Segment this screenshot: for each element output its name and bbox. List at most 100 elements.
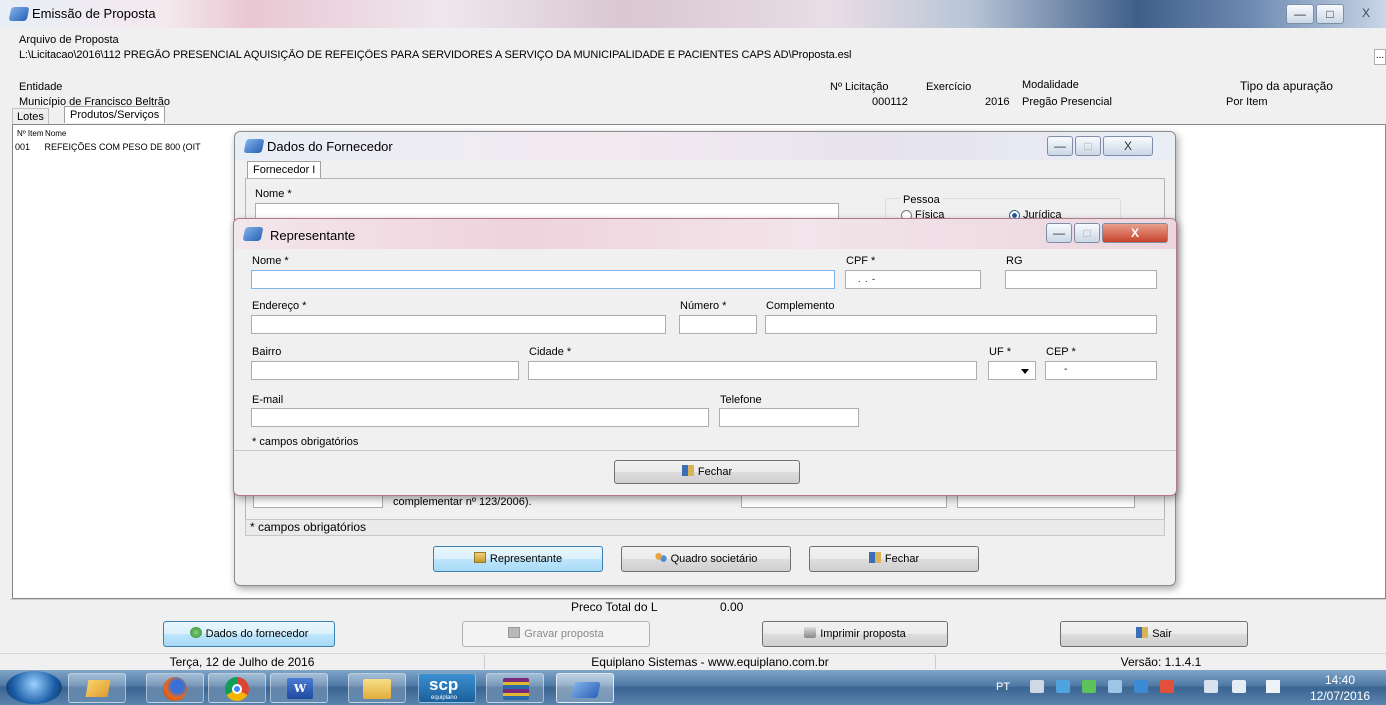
rep-cpf-input[interactable]: . . - [845, 270, 981, 289]
rep-uf-select[interactable] [988, 361, 1036, 380]
rep-endereco-input[interactable] [251, 315, 666, 334]
table-cell-item: 001 [15, 142, 31, 152]
imprimir-proposta-button[interactable]: Imprimir proposta [762, 621, 948, 647]
folder-tiles-icon [85, 680, 111, 697]
taskbar-item-explorer[interactable] [348, 673, 406, 703]
apuracao-label: Tipo da apuração [1240, 79, 1333, 93]
door-icon [1136, 627, 1149, 638]
door-icon [868, 552, 881, 563]
rep-bairro-input[interactable] [251, 361, 519, 380]
sair-label: Sair [1152, 628, 1172, 640]
folder-icon [363, 679, 391, 699]
maximize-button[interactable]: □ [1316, 4, 1344, 24]
fornecedor-maximize-button[interactable]: □ [1075, 136, 1101, 156]
save-icon [508, 627, 521, 638]
fornecedor-close-button[interactable]: X [1103, 136, 1153, 156]
taskbar-item-word[interactable]: W [270, 673, 328, 703]
rep-nome-input[interactable] [251, 270, 835, 289]
table-header-item: Nº Item [17, 129, 44, 138]
pessoa-label: Pessoa [901, 194, 942, 206]
scp-sub-text: equiplano [431, 695, 458, 701]
representante-title-bar[interactable]: Representante — □ X [234, 219, 1176, 249]
scp-logo-text: scp [429, 675, 459, 694]
rep-fechar-label: Fechar [697, 466, 733, 478]
rep-fechar-button[interactable]: Fechar [614, 460, 800, 484]
globe-icon [189, 627, 202, 638]
rep-uf-label: UF * [989, 346, 1011, 358]
taskbar: W scp equiplano PT 14:40 12/07/2016 [0, 670, 1386, 705]
tray-monitor-icon[interactable] [1134, 680, 1148, 693]
total-bar [10, 599, 1386, 615]
table-header-nome: Nome [45, 129, 67, 138]
language-indicator[interactable]: PT [996, 681, 1010, 693]
representante-dialog: Representante — □ X Nome * CPF * . . - R… [233, 218, 1177, 496]
rep-rg-input[interactable] [1005, 270, 1157, 289]
rep-cep-label: CEP * [1046, 346, 1076, 358]
flag-icon[interactable] [1266, 680, 1280, 693]
volume-icon[interactable] [1232, 680, 1246, 693]
representante-title: Representante [270, 228, 356, 243]
tray-app-icon[interactable] [1030, 680, 1044, 693]
quadro-societario-button[interactable]: Quadro societário [621, 546, 791, 572]
gravar-proposta-button[interactable]: Gravar proposta [462, 621, 650, 647]
modalidade-value: Pregão Presencial [1022, 96, 1112, 108]
start-button[interactable] [6, 671, 62, 704]
table-row[interactable]: 001 REFEIÇÕES COM PESO DE 800 (OIT [15, 142, 235, 152]
fornecedor-minimize-button[interactable]: — [1047, 136, 1073, 156]
tray-network-icon[interactable] [1056, 680, 1070, 693]
taskbar-item-firefox[interactable] [146, 673, 204, 703]
chevron-down-icon [1021, 369, 1029, 374]
fornecedor-fechar-button[interactable]: Fechar [809, 546, 979, 572]
printer-icon [804, 627, 817, 638]
dados-fornecedor-button[interactable]: Dados do fornecedor [163, 621, 335, 647]
taskbar-item-scp[interactable]: scp equiplano [418, 673, 476, 703]
taskbar-item-explorer-tiles[interactable] [68, 673, 126, 703]
tray-speaker-icon[interactable] [1160, 680, 1174, 693]
taskbar-item-winrar[interactable] [486, 673, 544, 703]
modalidade-label: Modalidade [1022, 79, 1079, 91]
tab-fornecedor-i[interactable]: Fornecedor I [247, 161, 322, 178]
main-window-title: Emissão de Proposta [32, 6, 156, 21]
winrar-icon [503, 678, 529, 700]
representante-minimize-button[interactable]: — [1046, 223, 1072, 243]
rep-cpf-label: CPF * [846, 255, 876, 267]
fornecedor-title-bar[interactable]: Dados do Fornecedor — □ X [235, 132, 1175, 160]
taskbar-item-equiplano[interactable] [556, 673, 614, 703]
representante-maximize-button[interactable]: □ [1074, 223, 1100, 243]
app-icon [243, 139, 265, 153]
browse-button[interactable]: ... [1374, 49, 1386, 65]
rep-cep-input[interactable]: - [1045, 361, 1157, 380]
sair-button[interactable]: Sair [1060, 621, 1248, 647]
tray-display-icon[interactable] [1204, 680, 1218, 693]
rep-telefone-label: Telefone [720, 394, 762, 406]
rep-endereco-label: Endereço * [252, 300, 307, 312]
representante-button[interactable]: Representante [433, 546, 603, 572]
status-version: Versão: 1.1.4.1 [1120, 655, 1202, 669]
rep-email-input[interactable] [251, 408, 709, 427]
rep-nome-label: Nome * [252, 255, 289, 267]
rep-cidade-label: Cidade * [529, 346, 572, 358]
tab-lotes[interactable]: Lotes [12, 108, 49, 125]
taskbar-item-chrome[interactable] [208, 673, 266, 703]
main-title-bar[interactable]: Emissão de Proposta — □ X [0, 0, 1386, 28]
total-value: 0.00 [720, 600, 744, 614]
tray-security-icon[interactable] [1082, 680, 1096, 693]
clock-date[interactable]: 12/07/2016 [1303, 689, 1377, 703]
rep-telefone-input[interactable] [719, 408, 859, 427]
fornecedor-nome-label: Nome * [255, 188, 292, 200]
equiplano-app-icon [571, 682, 601, 698]
representante-label: Representante [489, 553, 563, 565]
arquivo-path-field[interactable]: L:\Licitacao\2016\112 PREGÃO PRESENCIAL … [19, 49, 1374, 65]
imprimir-label: Imprimir proposta [820, 628, 906, 640]
rep-cidade-input[interactable] [528, 361, 977, 380]
rep-numero-input[interactable] [679, 315, 757, 334]
tab-produtos-servicos[interactable]: Produtos/Serviços [64, 106, 166, 123]
rep-complemento-input[interactable] [765, 315, 1157, 334]
representante-close-button[interactable]: X [1102, 223, 1168, 243]
minimize-button[interactable]: — [1286, 4, 1314, 24]
close-button[interactable]: X [1354, 4, 1378, 24]
users-icon [654, 552, 667, 563]
fornecedor-title: Dados do Fornecedor [267, 139, 393, 154]
tray-tool-icon[interactable] [1108, 680, 1122, 693]
clock-time[interactable]: 14:40 [1318, 673, 1362, 687]
